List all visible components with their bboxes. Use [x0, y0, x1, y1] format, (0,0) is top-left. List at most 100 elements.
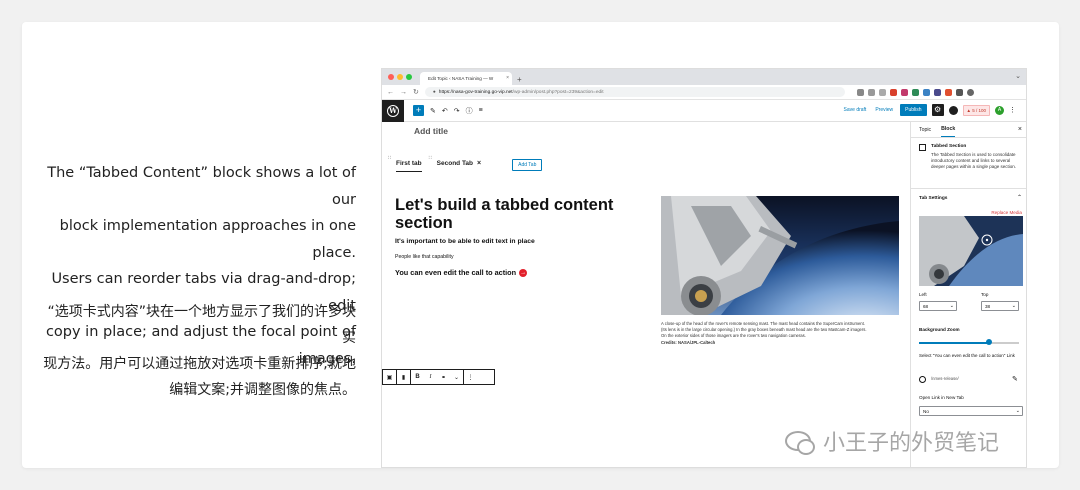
- focal-point-picker[interactable]: [919, 216, 1023, 286]
- tab-topic[interactable]: Topic: [919, 127, 931, 137]
- zoom-slider-thumb[interactable]: [986, 339, 992, 345]
- block-toolbar: ▣ ▮ B I ⚭ ⌄ ⋮: [382, 369, 495, 385]
- drag-handle-icon[interactable]: ∷: [388, 155, 391, 161]
- post-title-input[interactable]: Add title: [414, 126, 448, 136]
- extension-icon[interactable]: [900, 88, 908, 96]
- extension-icon[interactable]: [911, 88, 919, 96]
- open-new-tab-label: Open Link in New Tab: [919, 395, 964, 400]
- back-icon[interactable]: ←: [387, 89, 394, 96]
- settings-gear-icon[interactable]: ⚙: [931, 104, 944, 116]
- remove-tab-icon[interactable]: ×: [477, 160, 481, 167]
- link-url-value[interactable]: /nmes-release/: [931, 376, 959, 381]
- chevron-down-icon: ⌄: [949, 303, 954, 309]
- browser-tab[interactable]: Edit Topic ‹ NASA Training — W ×: [420, 72, 512, 85]
- tab-block[interactable]: Block: [941, 126, 956, 137]
- tab-label: Second Tab: [436, 160, 474, 167]
- cta-label: You can even edit the call to action: [395, 268, 517, 277]
- url-field[interactable]: ● https://nasa-gov-training.go-vip.net/wp…: [424, 87, 845, 97]
- sidebar-tabs: Topic Block ×: [911, 122, 1026, 138]
- url-path: /wp-admin/post.php?post=239&action=edit: [512, 89, 604, 95]
- caption-chinese: “选项卡式内容”块在一个地方显示了我们的许多块实 现方法。用户可以通过拖放对选项…: [40, 299, 356, 403]
- edit-pencil-icon[interactable]: ✎: [430, 107, 436, 115]
- caption-zh-line: 编辑文案;并调整图像的焦点。: [169, 382, 356, 398]
- save-draft-button[interactable]: Save draft: [842, 107, 869, 113]
- more-rich-text-chevron-icon[interactable]: ⌄: [450, 374, 463, 381]
- top-label: Top: [981, 292, 989, 297]
- call-to-action-link[interactable]: You can even edit the call to action →: [395, 268, 528, 277]
- background-zoom-label: Background Zoom: [919, 327, 960, 332]
- publish-button[interactable]: Publish: [900, 104, 927, 116]
- arrow-right-icon: →: [519, 268, 528, 277]
- preview-button[interactable]: Preview: [873, 107, 895, 113]
- close-tab-icon[interactable]: ×: [506, 75, 509, 81]
- redo-icon[interactable]: ↷: [454, 107, 460, 115]
- section-heading[interactable]: Let's build a tabbed content section: [395, 196, 645, 232]
- settings-sidebar: Topic Block × Tabbed Section The Tabbed …: [910, 122, 1026, 467]
- tab-second[interactable]: ∷ Second Tab ×: [429, 155, 481, 171]
- move-handle-icon[interactable]: ▮: [397, 374, 410, 381]
- caption-en-line: The “Tabbed Content” block shows a lot o…: [47, 165, 356, 208]
- puzzle-icon[interactable]: [955, 88, 963, 96]
- drag-handle-icon[interactable]: ∷: [429, 155, 432, 161]
- open-new-tab-value: No: [923, 409, 929, 414]
- block-options-icon[interactable]: ⋮: [464, 374, 477, 381]
- close-sidebar-icon[interactable]: ×: [1018, 126, 1022, 133]
- caption-zh-line: “选项卡式内容”块在一个地方显示了我们的许多块实: [47, 304, 356, 346]
- wordpress-logo-icon[interactable]: W: [382, 99, 404, 122]
- left-value: 68: [923, 304, 929, 309]
- reload-icon[interactable]: ↻: [413, 88, 419, 96]
- tab-settings-heading[interactable]: Tab Settings: [919, 196, 947, 201]
- extension-icon[interactable]: [944, 88, 952, 96]
- star-icon[interactable]: [878, 88, 886, 96]
- tab-first[interactable]: ∷ First tab: [388, 155, 422, 172]
- close-window-icon[interactable]: [388, 74, 394, 80]
- block-info: Tabbed Section The Tabbed Section is use…: [919, 144, 1021, 171]
- profile-icon[interactable]: [966, 88, 974, 96]
- maximize-window-icon[interactable]: [406, 74, 412, 80]
- browser-tab-bar: Edit Topic ‹ NASA Training — W × + ⌄: [382, 69, 1026, 85]
- extension-icon[interactable]: [922, 88, 930, 96]
- more-options-icon[interactable]: ⋮: [1009, 106, 1016, 114]
- section-paragraph[interactable]: People like that capability: [395, 254, 454, 260]
- watermark: 小王子的外贸笔记: [785, 425, 999, 457]
- left-label: Left: [919, 292, 927, 297]
- extension-icon[interactable]: [889, 88, 897, 96]
- browser-tab-title: Edit Topic ‹ NASA Training — W: [428, 76, 494, 81]
- forward-icon[interactable]: →: [400, 89, 407, 96]
- add-block-button[interactable]: +: [413, 105, 424, 116]
- block-type-icon[interactable]: ▣: [383, 374, 396, 381]
- extension-icon[interactable]: [856, 88, 864, 96]
- focal-preview-graphic: [919, 216, 1023, 286]
- italic-button[interactable]: I: [424, 374, 437, 380]
- top-value-select[interactable]: 38 ⌄: [981, 301, 1019, 311]
- caption-zh-line: 现方法。用户可以通过拖放对选项卡重新排序;就地: [43, 356, 356, 372]
- chevron-down-icon: ⌄: [1015, 408, 1020, 414]
- browser-window: Edit Topic ‹ NASA Training — W × + ⌄ ← →…: [381, 68, 1027, 468]
- section-subheading[interactable]: It's important to be able to edit text i…: [395, 238, 535, 245]
- new-tab-button[interactable]: +: [517, 75, 522, 84]
- replace-media-button[interactable]: Replace Media: [991, 210, 1022, 215]
- extension-icon[interactable]: [933, 88, 941, 96]
- open-new-tab-select[interactable]: No ⌄: [919, 406, 1023, 416]
- edit-link-pencil-icon[interactable]: ✎: [1012, 375, 1018, 383]
- bold-button[interactable]: B: [411, 374, 424, 380]
- share-icon[interactable]: [867, 88, 875, 96]
- seo-score-badge[interactable]: ▲ 5 / 100: [962, 104, 990, 116]
- extension-icons: [856, 88, 974, 96]
- block-description: The Tabbed Section is used to consolidat…: [931, 152, 1017, 170]
- list-view-icon[interactable]: ≡: [479, 107, 483, 114]
- minimize-window-icon[interactable]: [397, 74, 403, 80]
- chevron-up-icon[interactable]: ⌃: [1017, 194, 1022, 201]
- link-icon[interactable]: ⚭: [437, 374, 450, 381]
- tab-list-chevron-icon[interactable]: ⌄: [1015, 72, 1021, 80]
- left-value-select[interactable]: 68 ⌄: [919, 301, 957, 311]
- editor-actions: Save draft Preview Publish ⚙ ▲ 5 / 100 A…: [842, 104, 1016, 116]
- user-avatar[interactable]: A: [995, 105, 1004, 115]
- undo-icon[interactable]: ↶: [442, 107, 448, 115]
- sidebar-divider: [911, 188, 1026, 189]
- info-icon[interactable]: ⓘ: [466, 106, 473, 116]
- add-tab-button[interactable]: Add Tab: [512, 159, 543, 171]
- jetpack-icon[interactable]: [948, 105, 958, 115]
- rover-mast-image[interactable]: [661, 196, 899, 315]
- image-caption[interactable]: A close-up of the head of the rover's re…: [661, 321, 901, 346]
